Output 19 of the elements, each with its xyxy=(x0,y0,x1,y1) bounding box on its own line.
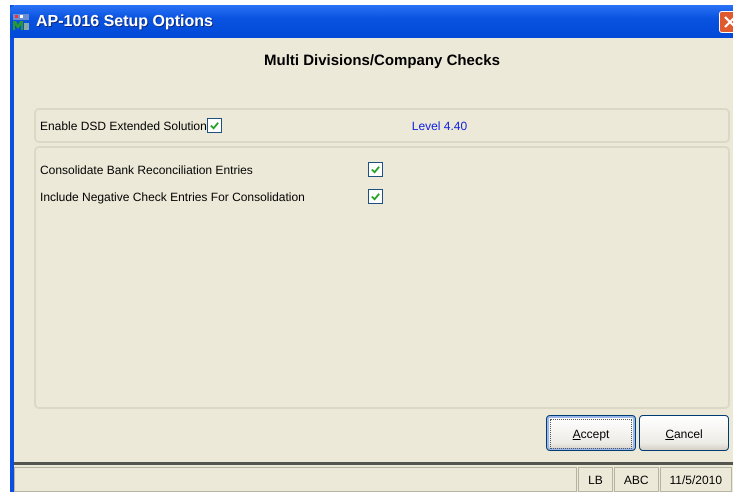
option-label: Consolidate Bank Reconciliation Entries xyxy=(40,162,254,176)
option-label: Enable DSD Extended Solution xyxy=(40,118,207,132)
status-panel: 11/5/2010 xyxy=(660,467,732,492)
checkmark-icon xyxy=(370,191,381,202)
status-panel: ABC xyxy=(614,467,658,492)
version-label: Level 4.40 xyxy=(412,118,468,132)
status-panel: LB xyxy=(578,467,613,492)
checkmark-icon xyxy=(370,164,381,175)
section-heading: Multi Divisions/Company Checks xyxy=(263,52,501,69)
option-label: Include Negative Check Entries For Consolidation xyxy=(40,190,306,204)
checkbox[interactable] xyxy=(368,162,383,177)
close-icon xyxy=(724,16,733,28)
cancel-button[interactable]: Cancel xyxy=(639,415,729,451)
checkmark-icon xyxy=(208,120,220,131)
accept-button[interactable]: Accept xyxy=(546,415,636,451)
app-logo-icon xyxy=(12,12,30,30)
window-title: AP-1016 Setup Options xyxy=(36,12,214,30)
checkbox[interactable] xyxy=(368,189,383,204)
checkbox[interactable] xyxy=(206,118,222,133)
